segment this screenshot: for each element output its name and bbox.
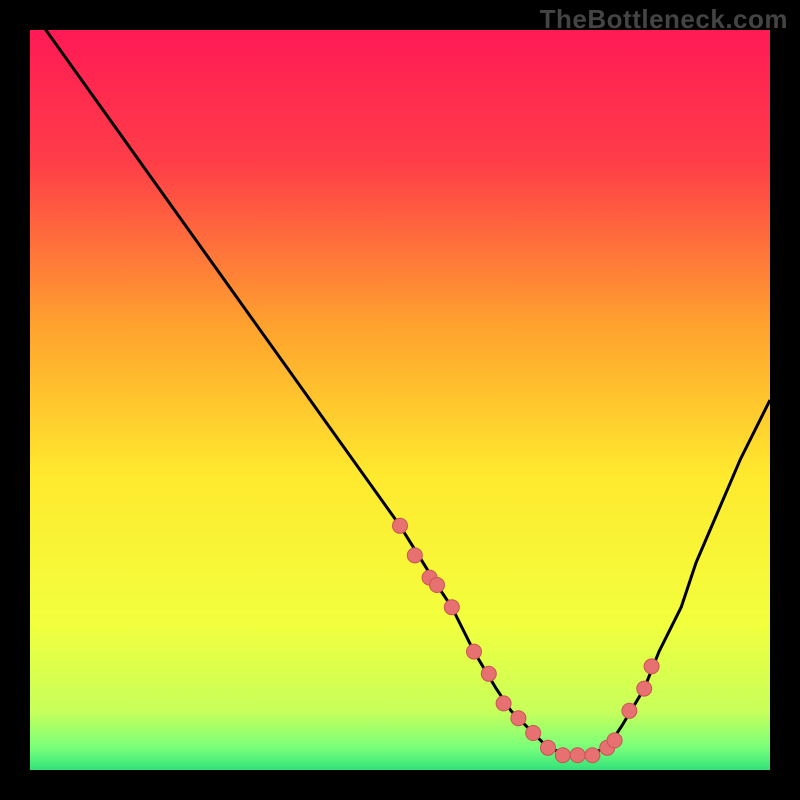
highlight-dot <box>622 703 637 718</box>
highlight-dot <box>481 666 496 681</box>
plot-area <box>30 30 770 770</box>
highlight-dot <box>444 600 459 615</box>
chart-svg <box>30 30 770 770</box>
highlight-dot <box>511 711 526 726</box>
highlight-dot <box>496 696 511 711</box>
highlight-dot <box>430 578 445 593</box>
highlight-dot <box>570 748 585 763</box>
highlight-dot <box>607 733 622 748</box>
highlight-dot <box>585 748 600 763</box>
highlight-dot <box>526 726 541 741</box>
highlight-dot <box>407 548 422 563</box>
highlight-dot <box>637 681 652 696</box>
highlight-dot <box>393 518 408 533</box>
highlight-dot <box>541 740 556 755</box>
gradient-background <box>30 30 770 770</box>
chart-frame: TheBottleneck.com <box>0 0 800 800</box>
highlight-dot <box>467 644 482 659</box>
highlight-dot <box>555 748 570 763</box>
highlight-dot <box>644 659 659 674</box>
watermark-text: TheBottleneck.com <box>540 4 788 35</box>
